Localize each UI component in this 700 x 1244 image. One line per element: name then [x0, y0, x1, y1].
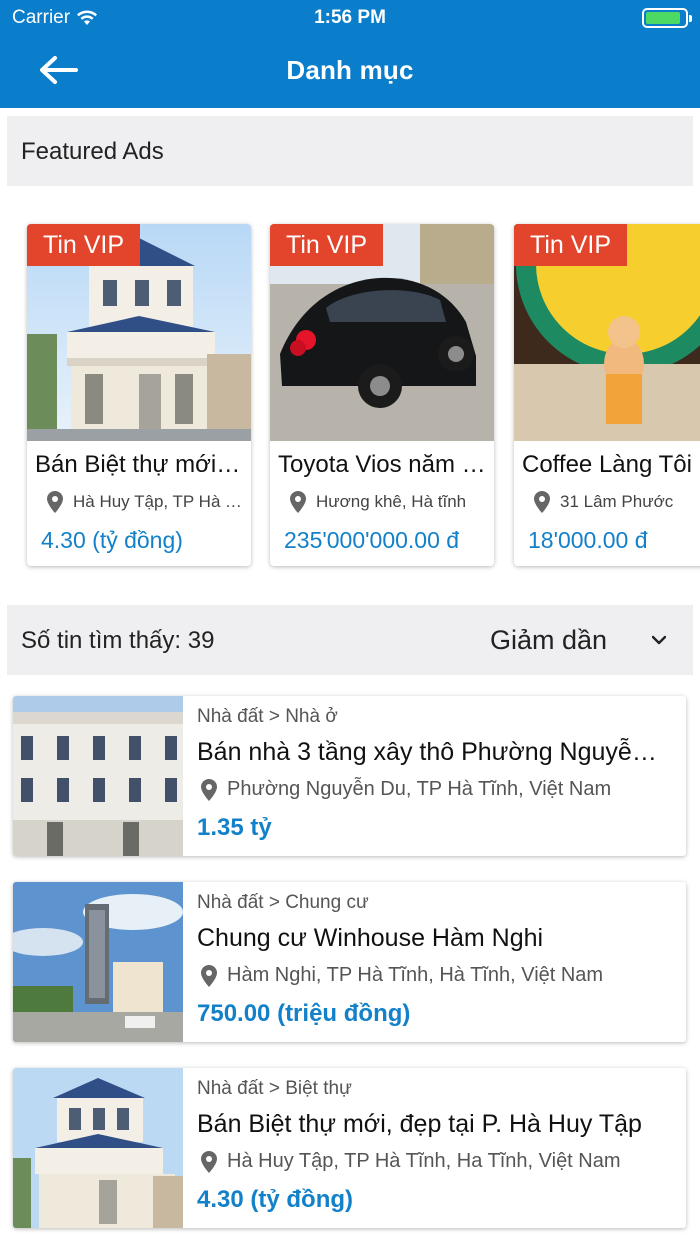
- listing-title: Bán Biệt thự mới, đẹp tại P. Hà Huy Tập: [197, 1110, 642, 1138]
- featured-ad-card[interactable]: Tin VIP Coffee Làng Tôi 31 Lâm Phước 18'…: [514, 224, 700, 566]
- listing-image: [13, 696, 183, 856]
- vip-badge: Tin VIP: [270, 224, 384, 266]
- listing-category: Nhà đất > Nhà ở: [197, 706, 338, 727]
- featured-ad-location-text: Hà Huy Tập, TP Hà Tĩnh: [73, 492, 245, 511]
- featured-ad-image: Tin VIP: [514, 224, 700, 441]
- featured-ads-title: Featured Ads: [21, 138, 164, 165]
- featured-ad-price: 235'000'000.00 đ: [284, 527, 460, 553]
- listing-card[interactable]: Nhà đất > Chung cư Chung cư Winhouse Hàm…: [13, 882, 686, 1042]
- page-title: Danh mục: [286, 55, 414, 85]
- featured-ad-location: 31 Lâm Phước: [534, 491, 700, 513]
- featured-ad-location: Hương khê, Hà tĩnh: [290, 491, 488, 513]
- vip-badge: Tin VIP: [514, 224, 628, 266]
- listing-category: Nhà đất > Chung cư: [197, 892, 369, 913]
- navigation-bar: Danh mục: [0, 36, 700, 108]
- featured-ad-title: Toyota Vios năm 2010: [278, 451, 488, 478]
- results-count: Số tin tìm thấy: 39: [21, 627, 215, 654]
- featured-ad-location: Hà Huy Tập, TP Hà Tĩnh: [47, 491, 245, 513]
- listing-card[interactable]: Nhà đất > Biệt thự Bán Biệt thự mới, đẹp…: [13, 1068, 686, 1228]
- location-pin-icon: [290, 491, 306, 513]
- listing-image: [13, 882, 183, 1042]
- featured-ad-location-text: 31 Lâm Phước: [560, 492, 674, 511]
- listing-title: Bán nhà 3 tầng xây thô Phường Nguyễn Du: [197, 738, 668, 766]
- listing-location: Phường Nguyễn Du, TP Hà Tĩnh, Việt Nam: [201, 778, 611, 801]
- sort-dropdown-label: Giảm dần: [490, 625, 608, 655]
- featured-ads-carousel[interactable]: Tin VIP Bán Biệt thự mới, đẹp tại P. Hà …: [0, 200, 700, 590]
- location-pin-icon: [47, 491, 63, 513]
- listing-location-text: Phường Nguyễn Du, TP Hà Tĩnh, Việt Nam: [227, 778, 612, 800]
- featured-ad-price: 18'000.00 đ: [528, 527, 648, 553]
- listing-location: Hàm Nghi, TP Hà Tĩnh, Hà Tĩnh, Việt Nam: [201, 964, 603, 987]
- app-header: Carrier 1:56 PM Danh mục: [0, 0, 700, 108]
- featured-ad-price: 4.30 (tỷ đồng): [41, 527, 183, 553]
- sort-dropdown[interactable]: Giảm dần: [477, 621, 677, 661]
- listing-price: 750.00 (triệu đồng): [197, 1000, 411, 1027]
- status-bar: Carrier 1:56 PM: [0, 0, 700, 36]
- location-pin-icon: [201, 1150, 217, 1173]
- results-header: Số tin tìm thấy: 39 Giảm dần: [7, 605, 693, 675]
- featured-ad-location-text: Hương khê, Hà tĩnh: [316, 492, 467, 511]
- featured-ad-image: Tin VIP: [27, 224, 251, 441]
- location-pin-icon: [201, 778, 217, 801]
- listing-location-text: Hà Huy Tập, TP Hà Tĩnh, Ha Tĩnh, Việt Na…: [227, 1150, 621, 1172]
- featured-ad-image: Tin VIP: [270, 224, 494, 441]
- listing-title: Chung cư Winhouse Hàm Nghi: [197, 924, 544, 952]
- featured-ad-title: Bán Biệt thự mới, đẹp tại P. Hà Huy Tập: [35, 451, 245, 478]
- featured-ads-header: Featured Ads: [7, 116, 693, 186]
- battery-icon: [642, 8, 692, 28]
- featured-ad-card[interactable]: Tin VIP Bán Biệt thự mới, đẹp tại P. Hà …: [27, 224, 251, 566]
- location-pin-icon: [534, 491, 550, 513]
- listing-location: Hà Huy Tập, TP Hà Tĩnh, Ha Tĩnh, Việt Na…: [201, 1150, 621, 1173]
- listing-price: 4.30 (tỷ đồng): [197, 1186, 354, 1213]
- chevron-down-icon: [652, 635, 666, 645]
- listing-card[interactable]: Nhà đất > Nhà ở Bán nhà 3 tầng xây thô P…: [13, 696, 686, 856]
- vip-badge: Tin VIP: [27, 224, 141, 266]
- featured-ad-title: Coffee Làng Tôi: [522, 451, 692, 478]
- listing-location-text: Hàm Nghi, TP Hà Tĩnh, Hà Tĩnh, Việt Nam: [227, 964, 604, 986]
- featured-ad-card[interactable]: Tin VIP Toyota Vios năm 2010 Hương khê, …: [270, 224, 494, 566]
- status-time: 1:56 PM: [314, 7, 386, 28]
- listing-price: 1.35 tỷ: [197, 814, 272, 841]
- location-pin-icon: [201, 964, 217, 987]
- listing-category: Nhà đất > Biệt thự: [197, 1078, 352, 1099]
- listing-image: [13, 1068, 183, 1228]
